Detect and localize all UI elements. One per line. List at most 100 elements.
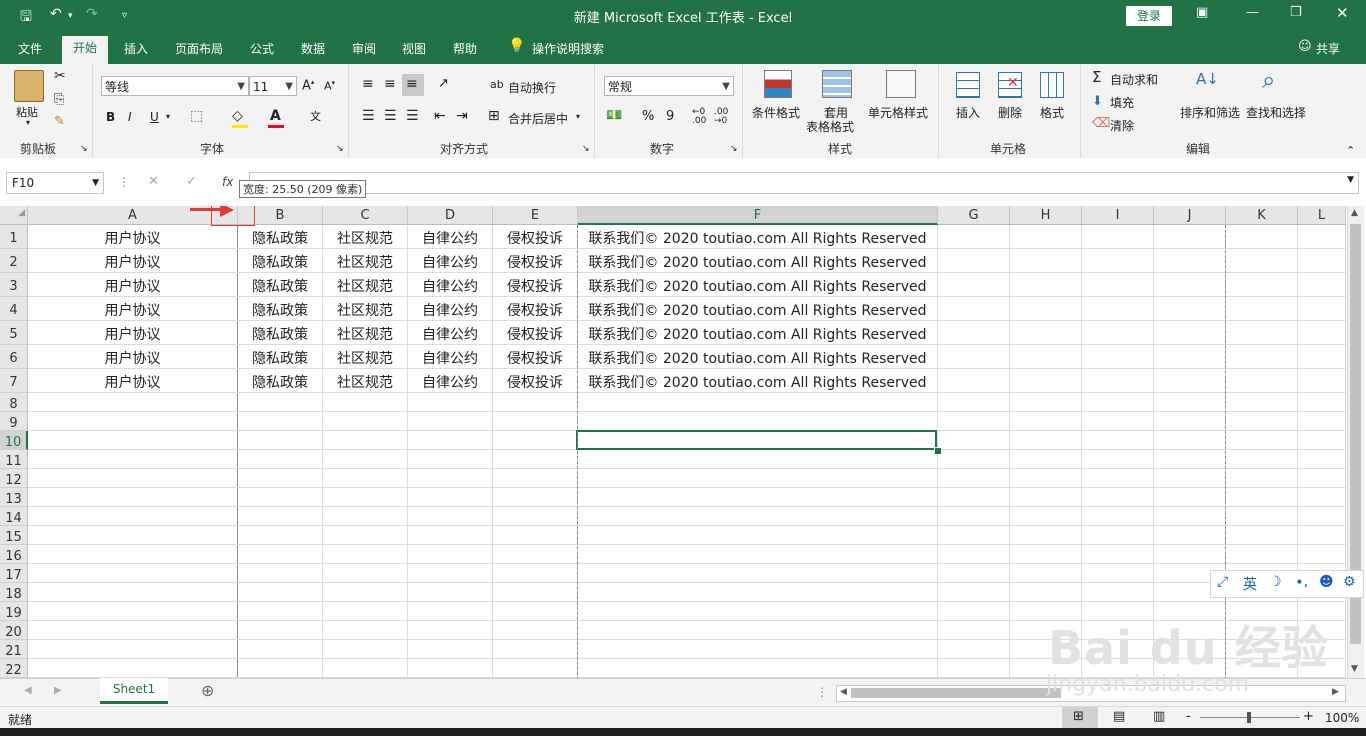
name-box[interactable]: F10 ▼ [6,172,104,194]
number-format-select[interactable]: 常规 ▼ [604,76,734,96]
column-header-l[interactable]: L [1298,206,1346,225]
tab-splitter-icon[interactable]: ⋮ [816,685,828,699]
row-header-4[interactable]: 4 [0,297,28,321]
row-header-22[interactable]: 22 [0,659,28,678]
format-as-table-button[interactable]: 表格格式 [806,118,854,135]
increase-decimal-icon[interactable]: ←0.00 [692,108,706,126]
cell-c4[interactable]: 社区规范 [323,297,407,321]
cell-f6[interactable]: 联系我们© 2020 toutiao.com All Rights Reserv… [578,345,937,369]
row-header-16[interactable]: 16 [0,545,28,564]
cell-b5[interactable]: 隐私政策 [238,321,322,345]
sort-filter-button[interactable]: 排序和筛选 [1180,104,1240,121]
scroll-tabs-right-icon[interactable]: ▶ [54,685,62,696]
row-header-11[interactable]: 11 [0,450,28,469]
cell-a1[interactable]: 用户协议 [28,225,237,249]
scroll-left-icon[interactable]: ◀ [840,687,847,697]
row-header-5[interactable]: 5 [0,321,28,345]
delete-cells-button[interactable]: 删除 [998,104,1022,121]
merge-center-button[interactable]: 合并后居中 [508,110,568,127]
increase-indent-icon[interactable]: ⇥ [456,108,468,124]
page-break-view-icon[interactable]: ▥ [1153,709,1165,724]
decrease-font-icon[interactable]: A▾ [324,79,335,93]
comma-style-button[interactable]: 9 [666,109,674,124]
cell-d6[interactable]: 自律公约 [408,345,492,369]
minimize-icon[interactable]: — [1246,5,1259,20]
cell-d2[interactable]: 自律公约 [408,249,492,273]
cell-e1[interactable]: 侵权投诉 [493,225,577,249]
cell-f2[interactable]: 联系我们© 2020 toutiao.com All Rights Reserv… [578,249,937,273]
cell-b7[interactable]: 隐私政策 [238,369,322,393]
scroll-up-icon[interactable]: ▲ [1351,208,1358,218]
insert-function-button[interactable]: fx [222,175,233,189]
orientation-icon[interactable]: ↗ [438,76,449,91]
cell-f1[interactable]: 联系我们© 2020 toutiao.com All Rights Reserv… [578,225,937,249]
align-middle-icon[interactable]: ≡ [384,76,396,92]
underline-dropdown-icon[interactable]: ▾ [166,112,170,121]
conditional-formatting-button[interactable]: 条件格式 [752,104,800,121]
tab-insert[interactable]: 插入 [124,40,148,57]
bold-button[interactable]: B [106,110,115,124]
fill-button[interactable]: 填充 [1110,94,1134,111]
cell-c3[interactable]: 社区规范 [323,273,407,297]
font-launcher-icon[interactable]: ↘ [336,144,344,154]
font-name-select[interactable]: 等线 ▼ [101,76,249,96]
row-header-1[interactable]: 1 [0,225,28,249]
share-button[interactable]: 共享 [1316,40,1340,57]
tab-help[interactable]: 帮助 [453,40,477,57]
row-header-9[interactable]: 9 [0,412,28,431]
cell-e7[interactable]: 侵权投诉 [493,369,577,393]
cell-c6[interactable]: 社区规范 [323,345,407,369]
fill-handle[interactable] [934,447,942,455]
phonetic-guide-icon[interactable]: 文 [310,108,321,124]
cell-a6[interactable]: 用户协议 [28,345,237,369]
restore-icon[interactable]: ❐ [1290,5,1302,20]
insert-cells-button[interactable]: 插入 [956,104,980,121]
row-header-12[interactable]: 12 [0,469,28,488]
cell-styles-button[interactable]: 单元格样式 [868,104,928,121]
cell-f4[interactable]: 联系我们© 2020 toutiao.com All Rights Reserv… [578,297,937,321]
tab-file[interactable]: 文件 [18,40,42,57]
cell-b1[interactable]: 隐私政策 [238,225,322,249]
cell-d1[interactable]: 自律公约 [408,225,492,249]
borders-icon[interactable]: ⬚ [190,108,203,124]
row-header-2[interactable]: 2 [0,249,28,273]
cell-c1[interactable]: 社区规范 [323,225,407,249]
tell-me-search[interactable]: 操作说明搜索 [532,40,604,57]
cell-f5[interactable]: 联系我们© 2020 toutiao.com All Rights Reserv… [578,321,937,345]
cell-e4[interactable]: 侵权投诉 [493,297,577,321]
row-header-17[interactable]: 17 [0,564,28,583]
collapse-ribbon-icon[interactable]: ⌃ [1346,144,1355,157]
row-header-15[interactable]: 15 [0,526,28,545]
tab-formulas[interactable]: 公式 [250,40,274,57]
cell-a3[interactable]: 用户协议 [28,273,237,297]
cell-b4[interactable]: 隐私政策 [238,297,322,321]
column-header-h[interactable]: H [1010,206,1082,225]
cell-e6[interactable]: 侵权投诉 [493,345,577,369]
decrease-indent-icon[interactable]: ⇤ [434,108,446,124]
number-launcher-icon[interactable]: ↘ [730,144,738,154]
column-header-f[interactable]: F [578,206,938,225]
cell-e2[interactable]: 侵权投诉 [493,249,577,273]
font-color-icon[interactable]: A [270,108,281,124]
format-cells-button[interactable]: 格式 [1040,104,1064,121]
paste-dropdown-icon[interactable]: ▾ [26,118,30,127]
merge-center-icon[interactable]: ⊞ [488,108,500,124]
settings-gear-icon[interactable]: ⚙ [1343,574,1356,590]
cell-e5[interactable]: 侵权投诉 [493,321,577,345]
cell-a2[interactable]: 用户协议 [28,249,237,273]
clipboard-launcher-icon[interactable]: ↘ [80,144,88,154]
tab-data[interactable]: 数据 [301,40,325,57]
scroll-right-icon[interactable]: ▶ [1332,687,1339,697]
login-button[interactable]: 登录 [1126,6,1172,26]
column-header-k[interactable]: K [1226,206,1298,225]
cell-f3[interactable]: 联系我们© 2020 toutiao.com All Rights Reserv… [578,273,937,297]
ime-language[interactable]: 英 [1243,574,1257,594]
merge-dropdown-icon[interactable]: ▾ [576,112,580,121]
new-sheet-icon[interactable]: ⊕ [201,681,214,700]
page-layout-view-icon[interactable]: ▤ [1113,709,1125,724]
format-painter-icon[interactable]: ✎ [54,114,65,129]
tab-page-layout[interactable]: 页面布局 [175,40,223,57]
fill-color-icon[interactable]: ◇ [232,108,243,124]
cell-b6[interactable]: 隐私政策 [238,345,322,369]
column-header-g[interactable]: G [938,206,1010,225]
